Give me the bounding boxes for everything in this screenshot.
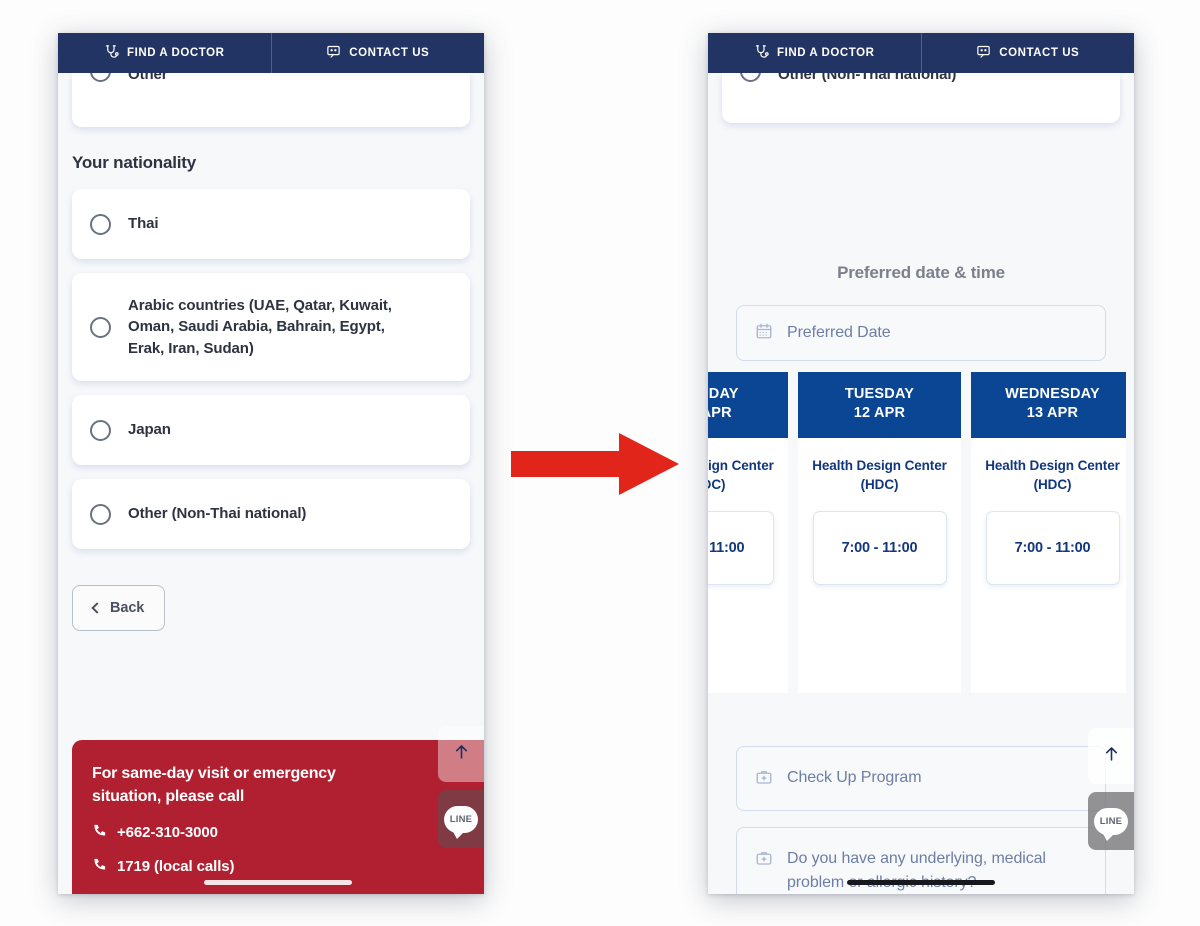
radio-button[interactable] [90,503,111,525]
home-indicator [204,880,352,885]
section-title-preferred-date-time: Preferred date & time [837,263,1005,282]
radio-button[interactable] [90,73,111,82]
emergency-phone-row[interactable]: +662-310-3000 [92,823,464,842]
phone-icon [92,857,107,876]
emergency-phone-row[interactable]: 1719 (local calls) [92,857,464,876]
arrow-up-icon [1102,744,1121,768]
calendar-day-name: MONDAY [708,386,739,402]
right-arrow-icon [511,433,679,495]
calendar-track: MONDAY 11 APR Health Design Center (HDC)… [708,372,1126,693]
medical-kit-icon [755,849,773,872]
calendar-slot-strip[interactable]: MONDAY 11 APR Health Design Center (HDC)… [708,372,1126,693]
nav-contact-us[interactable]: CONTACT US [272,44,485,62]
option-label: Other (Non-Thai national) [128,505,307,523]
preferred-date-placeholder: Preferred Date [787,324,891,341]
option-card-other-non-thai-clipped[interactable]: Other (Non-Thai national) [722,73,1120,123]
stethoscope-icon [104,44,119,62]
option-label: Japan [128,421,171,439]
time-slot-button[interactable]: 7:00 - 11:00 [985,511,1120,586]
radio-button[interactable] [740,73,761,82]
line-chat-icon: LINE [444,805,478,839]
option-card-arabic-countries[interactable]: Arabic countries (UAE, Qatar, Kuwait, Om… [72,273,470,381]
phone-mockup-left: FIND A DOCTOR CONTACT US Other Your nati… [58,33,484,894]
back-button-label: Back [110,600,145,616]
line-label: LINE [449,813,473,825]
phone-mockup-right: FIND A DOCTOR CONTACT US Other (Non-Thai… [708,33,1134,894]
emergency-banner: For same-day visit or emergency situatio… [72,739,484,894]
option-card-other-non-thai[interactable]: Other (Non-Thai national) [72,479,470,549]
chevron-left-icon [91,602,103,614]
preferred-date-input[interactable]: Preferred Date [736,305,1106,361]
nav-find-a-doctor[interactable]: FIND A DOCTOR [58,44,271,62]
calendar-day-date: 13 APR [1026,405,1079,422]
emergency-phone-number: +662-310-3000 [117,824,218,841]
question-fields: Check Up Program Do you have any underly… [708,728,1134,894]
nav-contact-us-label: CONTACT US [999,47,1080,59]
option-card-other-clipped[interactable]: Other [72,73,470,127]
line-chat-icon: LINE [1094,807,1128,841]
radio-button[interactable] [90,419,111,441]
chat-bubble-icon [326,44,341,62]
scroll-to-top-button[interactable] [1088,728,1134,784]
calendar-column-wednesday[interactable]: WEDNESDAY 13 APR Health Design Center (H… [971,372,1126,693]
calendar-location: Health Design Center (HDC) [985,457,1120,492]
phone-screen-right: FIND A DOCTOR CONTACT US Other (Non-Thai… [708,33,1134,894]
calendar-column-header: MONDAY 11 APR [708,372,788,438]
section-title-nationality: Your nationality [72,153,196,172]
medical-history-label: Do you have any underlying, medical prob… [787,850,1046,891]
line-chat-button[interactable]: LINE [1088,792,1134,850]
option-card-japan[interactable]: Japan [72,395,470,465]
nav-contact-us-label: CONTACT US [349,47,430,59]
nav-find-a-doctor-label: FIND A DOCTOR [777,47,875,59]
option-label: Arabic countries (UAE, Qatar, Kuwait, Om… [128,297,392,357]
scroll-to-top-button[interactable] [438,726,484,782]
option-label: Thai [128,215,159,233]
emergency-title: For same-day visit or emergency situatio… [92,764,336,805]
calendar-day-name: TUESDAY [844,386,915,402]
calendar-location: Health Design Center (HDC) [812,457,947,492]
calendar-day-name: WEDNESDAY [1005,386,1100,402]
medical-kit-icon [755,768,773,791]
calendar-column-body: Health Design Center (HDC) 7:00 - 11:00 [708,437,788,693]
chat-bubble-icon [976,44,991,62]
right-screen-content: Other (Non-Thai national) Preferred date… [708,73,1134,894]
nav-contact-us[interactable]: CONTACT US [922,44,1135,62]
calendar-column-body: Health Design Center (HDC) 7:00 - 11:00 [798,437,961,693]
option-label: Other [128,73,168,83]
calendar-icon [755,322,773,345]
option-card-thai[interactable]: Thai [72,189,470,259]
calendar-location: Health Design Center (HDC) [708,457,774,492]
line-chat-button[interactable]: LINE [438,790,484,848]
checkup-program-field[interactable]: Check Up Program [736,746,1106,811]
nav-find-a-doctor-label: FIND A DOCTOR [127,47,225,59]
calendar-column-tuesday[interactable]: TUESDAY 12 APR Health Design Center (HDC… [798,372,961,693]
calendar-column-body: Health Design Center (HDC) 7:00 - 11:00 [971,437,1126,693]
screenshot-stage: FIND A DOCTOR CONTACT US Other Your nati… [0,0,1200,926]
calendar-day-date: 11 APR [708,405,732,422]
emergency-phone-number: 1719 (local calls) [117,858,235,875]
option-label: Other (Non-Thai national) [778,73,957,83]
phone-screen-left: FIND A DOCTOR CONTACT US Other Your nati… [58,33,484,894]
radio-button[interactable] [90,316,111,338]
line-label: LINE [1099,815,1123,827]
calendar-column-header: TUESDAY 12 APR [798,372,961,438]
back-button[interactable]: Back [72,585,166,631]
home-indicator [847,880,995,885]
top-nav-bar: FIND A DOCTOR CONTACT US [708,33,1134,73]
phone-icon [92,823,107,842]
checkup-program-label: Check Up Program [787,769,922,786]
stethoscope-icon [754,44,769,62]
calendar-column-monday[interactable]: MONDAY 11 APR Health Design Center (HDC)… [708,372,788,693]
top-nav-bar: FIND A DOCTOR CONTACT US [58,33,484,73]
nav-find-a-doctor[interactable]: FIND A DOCTOR [708,44,921,62]
calendar-column-header: WEDNESDAY 13 APR [971,372,1126,438]
calendar-day-date: 12 APR [853,405,906,422]
time-slot-button[interactable]: 7:00 - 11:00 [812,511,947,586]
radio-button[interactable] [90,213,111,235]
time-slot-button[interactable]: 7:00 - 11:00 [708,511,774,586]
arrow-up-icon [452,742,471,766]
